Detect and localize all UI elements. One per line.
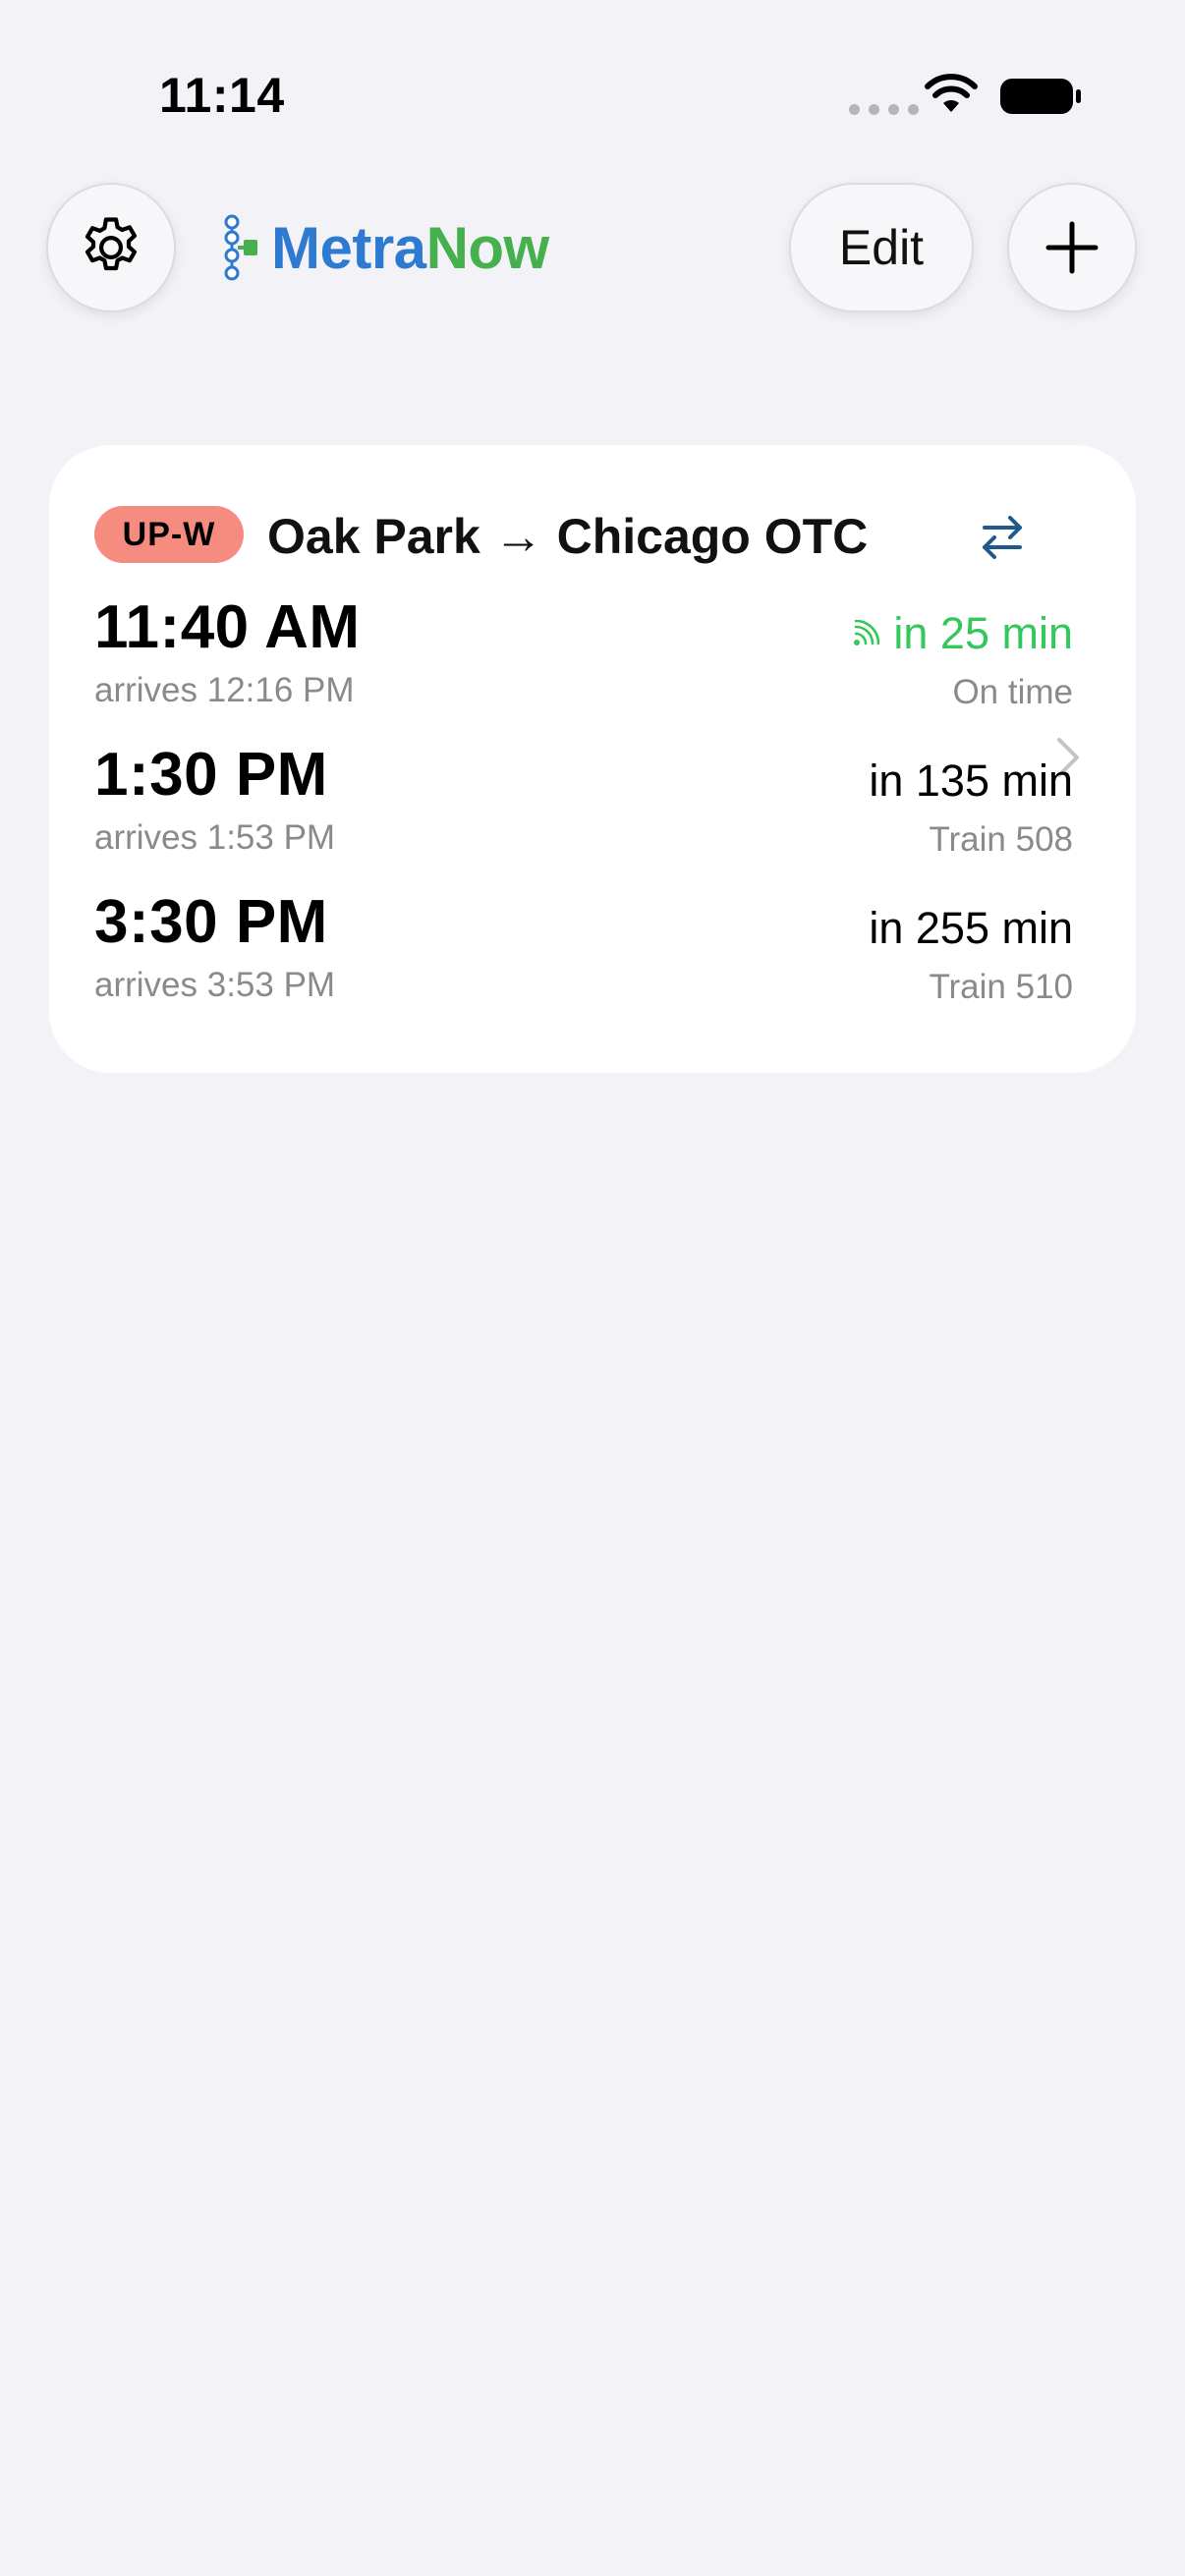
train-number: Train 508 bbox=[929, 820, 1073, 859]
battery-icon bbox=[1000, 79, 1081, 114]
arrival-time: arrives 12:16 PM bbox=[94, 671, 355, 709]
trip-status: On time bbox=[952, 673, 1073, 711]
eta-text: in 135 min bbox=[869, 756, 1073, 806]
arrival-time: arrives 3:53 PM bbox=[94, 966, 336, 1004]
departure-time: 11:40 AM bbox=[94, 593, 361, 661]
app-name: MetraNow bbox=[271, 214, 549, 282]
departure-time: 3:30 PM bbox=[94, 888, 328, 956]
arrival-time: arrives 1:53 PM bbox=[94, 818, 336, 857]
logo-text-metra: Metra bbox=[271, 214, 426, 281]
train-number: Train 510 bbox=[929, 968, 1073, 1006]
add-route-button[interactable] bbox=[1007, 183, 1137, 312]
status-bar-time: 11:14 bbox=[159, 68, 285, 123]
route-card[interactable]: UP-W Oak Park → Chicago OTC 11:40 AM arr… bbox=[49, 445, 1136, 1073]
cellular-signal-icon bbox=[849, 104, 919, 115]
metra-logo-icon bbox=[224, 214, 257, 281]
route-title: Oak Park → Chicago OTC bbox=[267, 509, 869, 564]
app-screen: 11:14 MetraNow Edit UP-W Oak Park → Chic… bbox=[0, 0, 1185, 2576]
logo-text-now: Now bbox=[425, 214, 550, 281]
route-badge: UP-W bbox=[94, 506, 244, 563]
trip-row[interactable]: 1:30 PM arrives 1:53 PM in 135 min Train… bbox=[94, 740, 1073, 877]
plus-icon bbox=[1045, 221, 1099, 274]
gear-icon bbox=[85, 217, 138, 271]
trip-row[interactable]: 3:30 PM arrives 3:53 PM in 255 min Train… bbox=[94, 887, 1073, 1025]
eta-live: in 25 min bbox=[852, 608, 1073, 659]
edit-button[interactable]: Edit bbox=[789, 183, 974, 312]
app-logo: MetraNow bbox=[218, 208, 549, 287]
swap-arrows-icon[interactable] bbox=[975, 510, 1030, 565]
settings-button[interactable] bbox=[46, 183, 176, 312]
live-tracking-icon bbox=[854, 620, 880, 645]
eta-text: in 255 min bbox=[869, 903, 1073, 953]
departure-time: 1:30 PM bbox=[94, 741, 328, 809]
eta-text: in 25 min bbox=[893, 608, 1073, 658]
wifi-icon bbox=[925, 74, 978, 112]
trip-row[interactable]: 11:40 AM arrives 12:16 PM in 25 min On t… bbox=[94, 592, 1073, 730]
